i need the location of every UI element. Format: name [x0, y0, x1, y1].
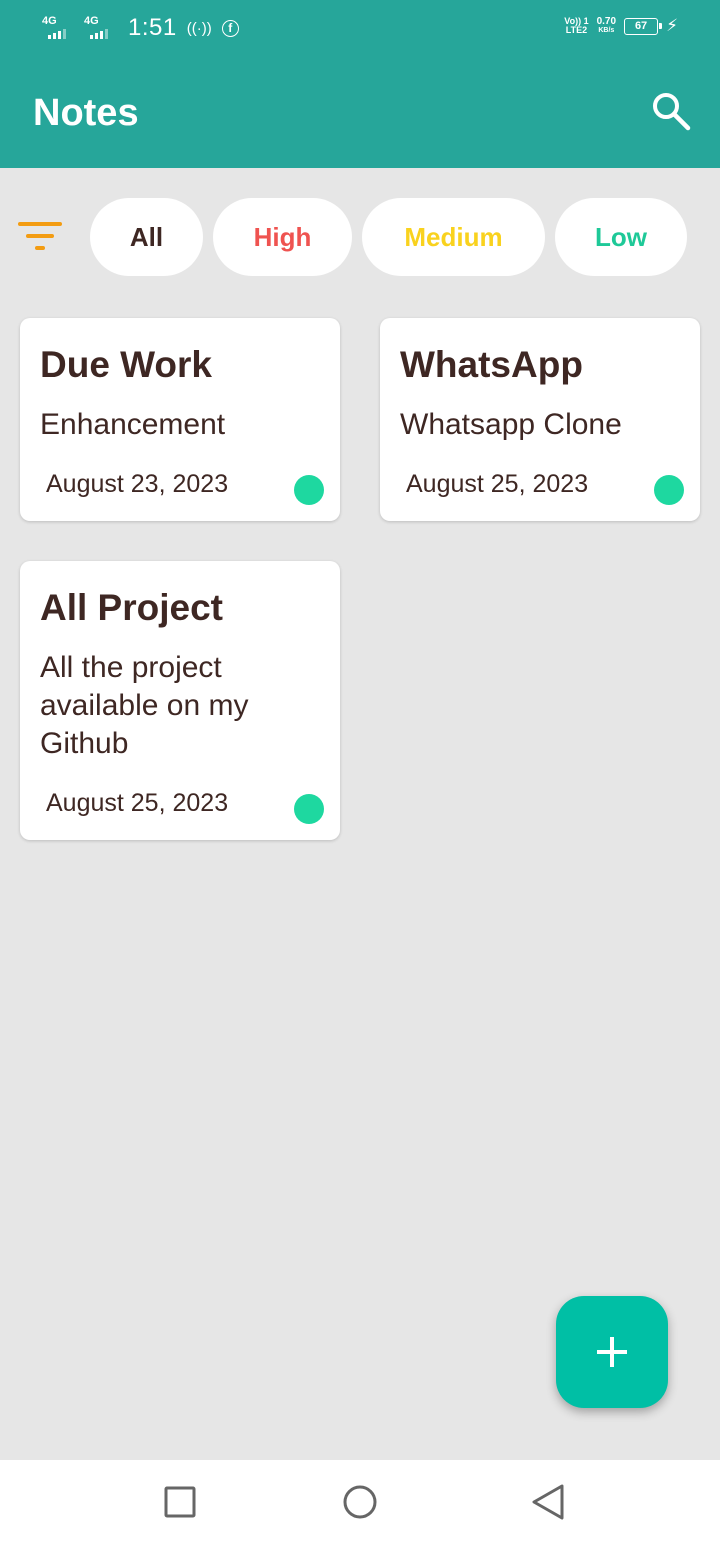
note-card[interactable]: Due Work Enhancement August 23, 2023 [20, 318, 340, 521]
app-bar: Notes [0, 58, 720, 168]
note-subtitle: Enhancement [40, 408, 226, 441]
note-title: All Project [40, 587, 223, 628]
note-card[interactable]: WhatsApp Whatsapp Clone August 25, 2023 [380, 318, 700, 521]
speed-value: 0.70 [596, 16, 617, 27]
network-type-1: 4G [42, 15, 57, 27]
battery-level: 67 [634, 20, 648, 32]
speed-unit: KB/s [598, 27, 615, 34]
search-button[interactable] [648, 88, 694, 134]
note-date: August 23, 2023 [46, 470, 229, 498]
priority-indicator [654, 475, 684, 505]
page-title: Notes [33, 92, 139, 134]
filter-chip-low[interactable]: Low [555, 198, 687, 276]
note-card[interactable]: All Project All the project available on… [20, 561, 340, 840]
back-button[interactable] [528, 1482, 568, 1522]
network-speed: 0.70 KB/s [597, 17, 616, 35]
note-title: Due Work [40, 344, 213, 385]
volte-indicator: Vo)) 1 LTE2 [564, 17, 588, 35]
home-button[interactable] [340, 1482, 380, 1522]
battery-icon: 67 [624, 17, 663, 35]
triangle-back-icon [532, 1484, 564, 1520]
filter-chip-high[interactable]: High [213, 198, 352, 276]
plus-icon [597, 1337, 627, 1367]
note-subtitle: All the project available on my Github [40, 651, 249, 760]
add-note-button[interactable] [556, 1296, 668, 1408]
priority-indicator [294, 794, 324, 824]
status-bar: 4G 4G 1:51 ((·)) f Vo)) 1 LTE2 0.70 KB/s… [0, 0, 720, 58]
priority-indicator [294, 475, 324, 505]
volte-line-2: LTE2 [565, 25, 588, 35]
hotspot-icon: ((·)) [186, 19, 212, 37]
note-date: August 25, 2023 [406, 470, 589, 498]
navigation-bar [0, 1460, 720, 1544]
charging-icon: ⚡ [666, 16, 678, 35]
note-subtitle: Whatsapp Clone [400, 408, 622, 441]
note-title: WhatsApp [400, 344, 583, 385]
signal-icon: 4G [42, 15, 74, 41]
filter-icon[interactable] [16, 222, 64, 256]
circle-icon [343, 1485, 377, 1519]
filter-chip-all[interactable]: All [90, 198, 203, 276]
filter-chip-medium[interactable]: Medium [362, 198, 545, 276]
search-icon [653, 93, 691, 131]
facebook-icon: f [221, 19, 239, 37]
clock: 1:51 [128, 14, 177, 41]
signal-icon: 4G [84, 15, 116, 41]
note-date: August 25, 2023 [46, 789, 229, 817]
square-icon [164, 1486, 196, 1518]
recent-apps-button[interactable] [160, 1482, 200, 1522]
network-type-2: 4G [84, 15, 99, 27]
priority-filter-bar: All High Medium Low [0, 198, 720, 278]
